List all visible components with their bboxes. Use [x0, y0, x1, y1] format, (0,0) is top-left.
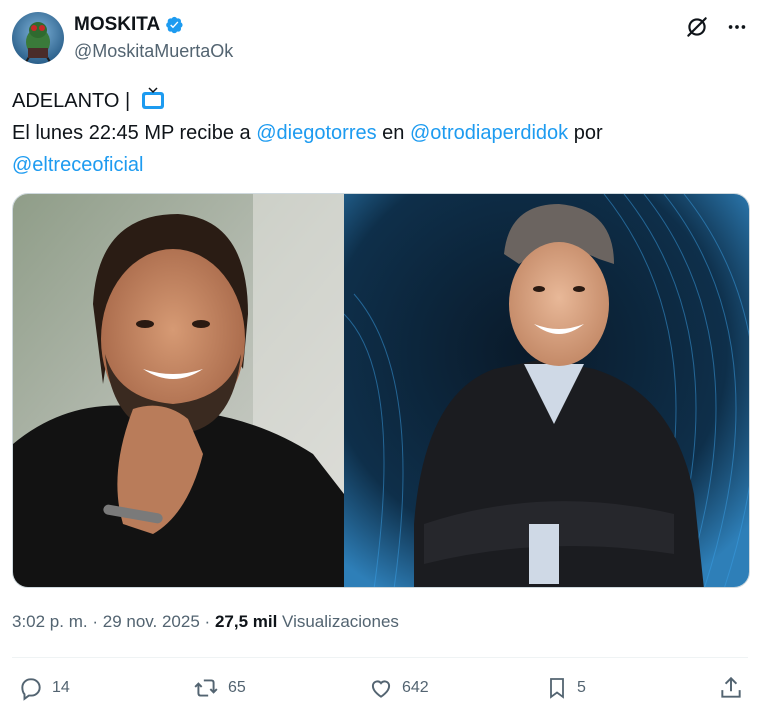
tv-icon — [141, 87, 164, 109]
meta-separator: · — [92, 612, 99, 631]
verified-badge-icon — [166, 16, 183, 34]
meta-separator: · — [204, 612, 211, 631]
tweet-line2-suffix: por — [573, 122, 603, 144]
tweet-media[interactable] — [12, 193, 750, 588]
views-count: 27,5 mil — [214, 612, 278, 631]
tweet-line2-mid: en — [382, 122, 405, 144]
mention-otrodiaperdidok[interactable]: @otrodiaperdidok — [410, 122, 568, 144]
photo-man-smiling-black-shirt — [13, 194, 344, 587]
tweet-meta: 3:02 p. m. · 29 nov. 2025 · 27,5 mil Vis… — [12, 612, 399, 632]
avatar[interactable] — [12, 12, 64, 64]
share-button[interactable] — [718, 675, 744, 701]
bookmark-icon — [550, 678, 564, 699]
repost-count: 65 — [228, 679, 246, 696]
author-handle[interactable]: @MoskitaMuertaOk — [74, 41, 233, 62]
tweet-date[interactable]: 29 nov. 2025 — [103, 612, 200, 631]
tweet-time[interactable]: 3:02 p. m. — [12, 612, 88, 631]
grok-icon[interactable] — [684, 14, 710, 40]
heart-icon — [371, 680, 391, 698]
action-bar: 14 65 642 5 — [12, 675, 746, 705]
views-label: Visualizaciones — [282, 612, 399, 631]
like-count: 642 — [402, 679, 429, 696]
photo-man-suit-arms-crossed — [344, 194, 749, 587]
share-icon — [721, 676, 741, 698]
tweet-lead: ADELANTO | — [12, 90, 131, 112]
divider — [12, 657, 748, 658]
reply-icon — [21, 678, 41, 701]
media-photo-left[interactable] — [13, 194, 344, 587]
tweet-line2-prefix: El lunes 22:45 MP recibe a — [12, 122, 251, 144]
tweet-text: ADELANTO | El lunes 22:45 MP recibe a @d… — [12, 85, 742, 181]
author-display-name[interactable]: MOSKITA — [74, 14, 160, 36]
mention-diegotorres[interactable]: @diegotorres — [256, 122, 376, 144]
reply-button[interactable]: 14 — [18, 675, 70, 701]
like-button[interactable]: 642 — [368, 675, 429, 701]
more-options-icon[interactable] — [726, 16, 748, 38]
repost-icon — [194, 679, 218, 697]
bookmark-button[interactable]: 5 — [545, 675, 586, 701]
avatar-mosquito-icon — [12, 12, 64, 64]
bookmark-count: 5 — [577, 679, 586, 696]
repost-button[interactable]: 65 — [192, 675, 246, 701]
reply-count: 14 — [52, 679, 70, 696]
mention-eltreceoficial[interactable]: @eltreceoficial — [12, 154, 143, 176]
media-photo-right[interactable] — [344, 194, 749, 587]
